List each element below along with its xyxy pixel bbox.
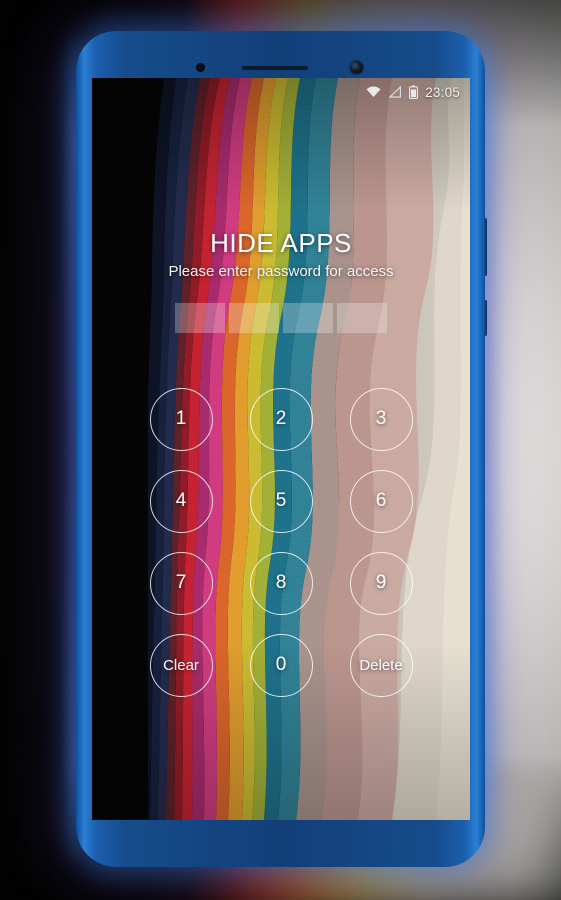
password-slot-4[interactable]	[337, 303, 387, 333]
earpiece-speaker-icon	[242, 66, 308, 70]
key-7[interactable]: 7	[149, 551, 213, 615]
page-subtitle: Please enter password for access	[168, 263, 394, 280]
power-button[interactable]	[483, 300, 487, 336]
password-slot-2[interactable]	[229, 303, 279, 333]
key-delete[interactable]: Delete	[349, 633, 413, 697]
password-slot-1[interactable]	[175, 303, 225, 333]
key-5[interactable]: 5	[249, 469, 313, 533]
key-clear[interactable]: Clear	[149, 633, 213, 697]
password-input[interactable]	[92, 303, 470, 333]
phone-screen: 23:05 HIDE APPS Please enter password fo…	[92, 78, 470, 820]
key-9[interactable]: 9	[349, 551, 413, 615]
password-slot-3[interactable]	[283, 303, 333, 333]
key-1[interactable]: 1	[149, 387, 213, 451]
key-2[interactable]: 2	[249, 387, 313, 451]
front-camera-icon	[350, 61, 363, 74]
numeric-keypad: 1 2 3 4 5 6 7 8 9 Clear 0 Delete	[131, 378, 431, 706]
key-4[interactable]: 4	[149, 469, 213, 533]
volume-button[interactable]	[483, 218, 487, 276]
page-title: HIDE APPS	[210, 228, 352, 258]
lock-screen: HIDE APPS Please enter password for acce…	[92, 78, 470, 820]
key-8[interactable]: 8	[249, 551, 313, 615]
key-6[interactable]: 6	[349, 469, 413, 533]
key-0[interactable]: 0	[249, 633, 313, 697]
key-3[interactable]: 3	[349, 387, 413, 451]
proximity-sensor-icon	[196, 63, 205, 72]
